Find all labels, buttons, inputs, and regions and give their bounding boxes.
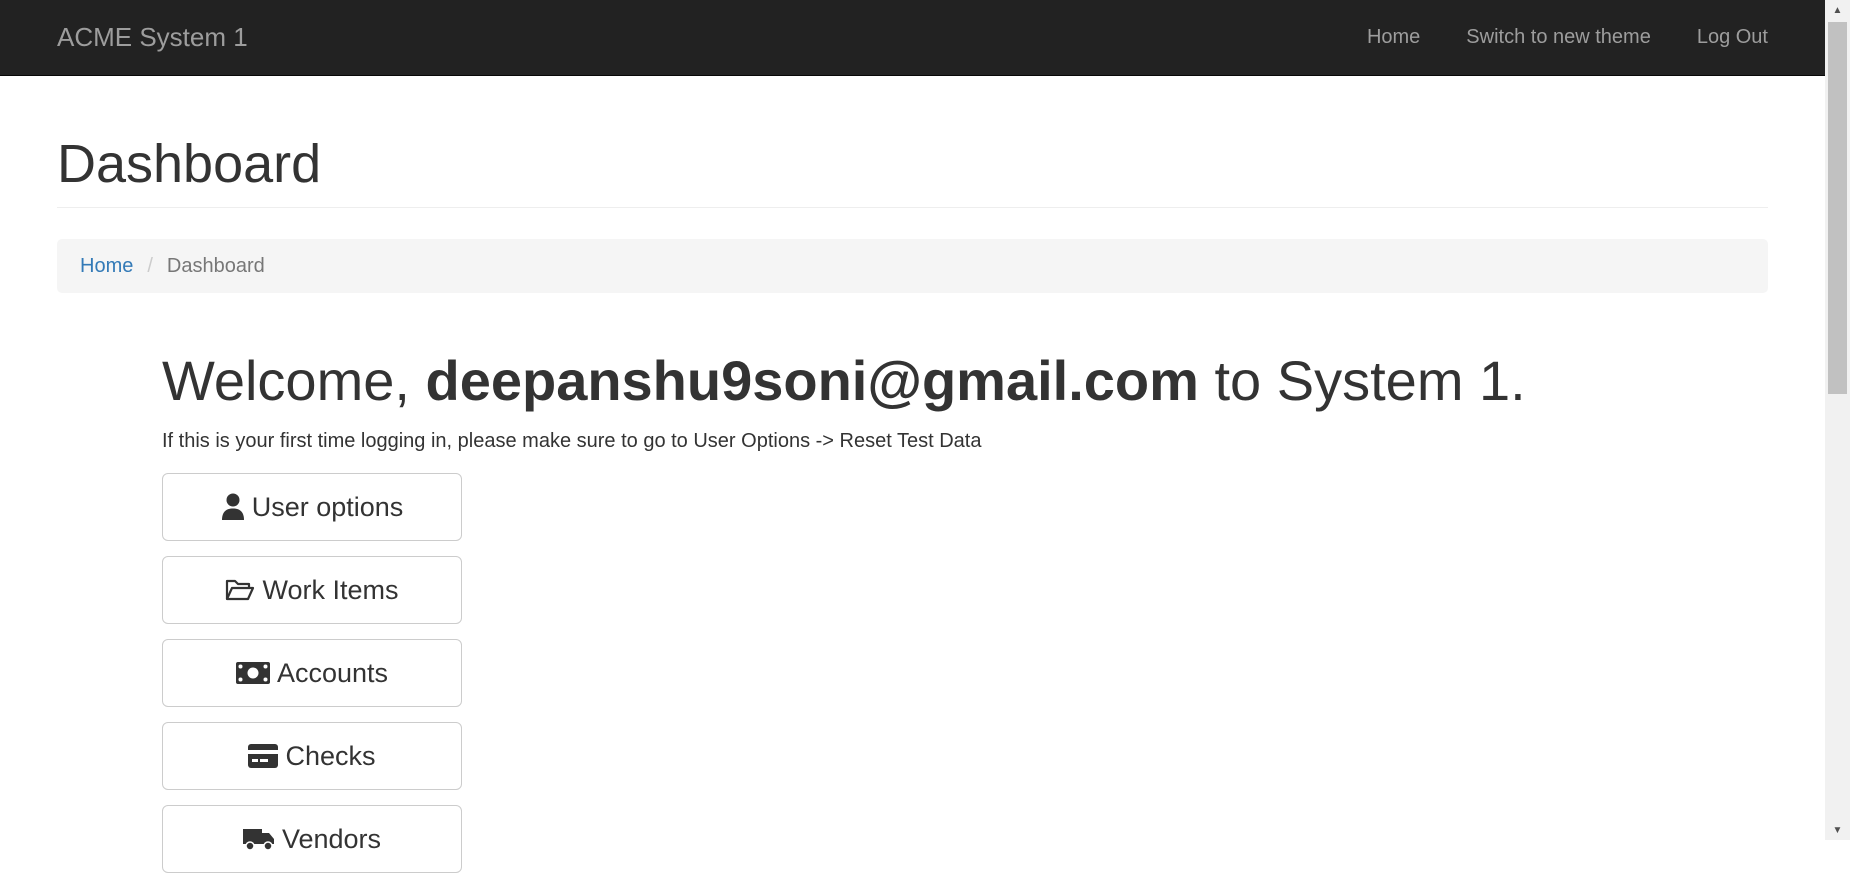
user-options-label: User options — [251, 491, 404, 522]
accounts-label: Accounts — [276, 657, 389, 688]
money-bill-icon — [235, 662, 270, 684]
work-items-label: Work Items — [262, 574, 399, 605]
nav-home-link[interactable]: Home — [1367, 26, 1420, 49]
vertical-scrollbar[interactable]: ▲ ▼ — [1825, 0, 1850, 840]
user-options-button[interactable]: User options — [162, 473, 462, 541]
scroll-down-arrow-icon[interactable]: ▼ — [1825, 820, 1850, 840]
intro-text: If this is your first time logging in, p… — [162, 430, 982, 452]
breadcrumb-home-link[interactable]: Home — [80, 255, 133, 278]
breadcrumb: Home / Dashboard — [57, 239, 1768, 293]
truck-icon — [242, 827, 275, 851]
nav-logout-link[interactable]: Log Out — [1697, 26, 1768, 49]
top-navbar: ACME System 1 Home Switch to new theme L… — [0, 0, 1825, 76]
credit-card-icon — [248, 744, 279, 768]
welcome-prefix: Welcome, — [162, 349, 426, 412]
header-divider — [57, 207, 1768, 208]
welcome-heading: Welcome, deepanshu9soni@gmail.com to Sys… — [162, 345, 1526, 417]
welcome-user-email: deepanshu9soni@gmail.com — [425, 349, 1199, 412]
work-items-button[interactable]: Work Items — [162, 556, 462, 624]
accounts-button[interactable]: Accounts — [162, 639, 462, 707]
welcome-suffix: to System 1. — [1198, 349, 1526, 412]
folder-open-icon — [225, 578, 255, 602]
page-title: Dashboard — [57, 134, 322, 194]
checks-button[interactable]: Checks — [162, 722, 462, 790]
scroll-up-arrow-icon[interactable]: ▲ — [1825, 0, 1850, 20]
vendors-label: Vendors — [281, 823, 382, 854]
breadcrumb-separator: / — [147, 254, 153, 277]
checks-label: Checks — [285, 740, 376, 771]
vendors-button[interactable]: Vendors — [162, 805, 462, 873]
user-icon — [221, 493, 245, 521]
breadcrumb-current: Dashboard — [166, 254, 265, 277]
scroll-thumb[interactable] — [1828, 22, 1847, 394]
nav-links: Home Switch to new theme Log Out — [1367, 0, 1768, 75]
brand-link[interactable]: ACME System 1 — [57, 0, 248, 75]
nav-switch-theme-link[interactable]: Switch to new theme — [1466, 26, 1651, 49]
